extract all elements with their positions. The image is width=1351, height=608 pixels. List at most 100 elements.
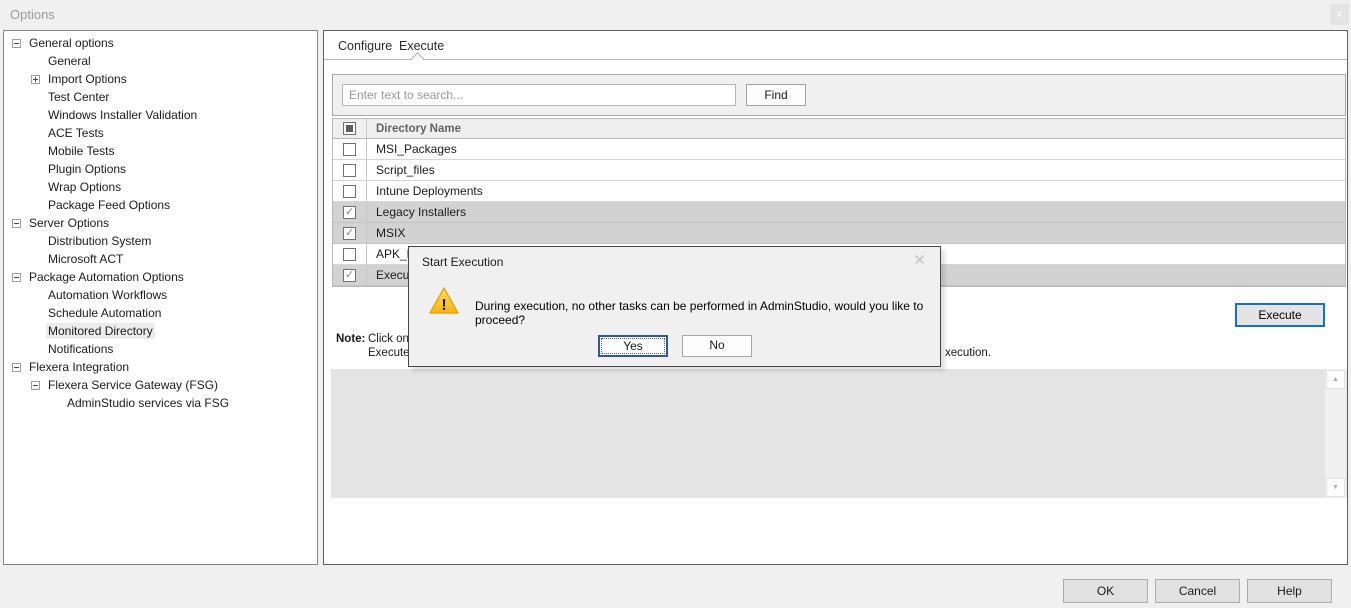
- tree-item-schedule-automation[interactable]: Schedule Automation: [4, 304, 317, 322]
- tree-item-label[interactable]: Schedule Automation: [46, 305, 163, 321]
- tree-item-ace-tests[interactable]: ACE Tests: [4, 124, 317, 142]
- tree-item-label[interactable]: General: [46, 53, 93, 69]
- tree-item-test-center[interactable]: Test Center: [4, 88, 317, 106]
- tree-item-label[interactable]: AdminStudio services via FSG: [65, 395, 231, 411]
- tree-item-label[interactable]: Server Options: [27, 215, 111, 231]
- row-checkbox-cell[interactable]: [333, 160, 367, 180]
- checkbox-unchecked[interactable]: [343, 185, 356, 198]
- yes-button[interactable]: Yes: [598, 335, 668, 357]
- tree-item-label[interactable]: Test Center: [46, 89, 111, 105]
- tree-item-label[interactable]: Distribution System: [46, 233, 153, 249]
- tree-item-flexera-service-gateway-fsg-[interactable]: Flexera Service Gateway (FSG): [4, 376, 317, 394]
- column-header-directory-name[interactable]: Directory Name: [367, 123, 1345, 135]
- dialog-close-icon[interactable]: ✕: [913, 251, 926, 269]
- tree-item-label[interactable]: Microsoft ACT: [46, 251, 125, 267]
- table-row[interactable]: Script_files: [333, 160, 1345, 181]
- checkbox-checked[interactable]: ✓: [343, 206, 356, 219]
- row-checkbox-cell[interactable]: [333, 181, 367, 201]
- cancel-button[interactable]: Cancel: [1155, 579, 1240, 603]
- select-all-checkbox[interactable]: [343, 122, 356, 135]
- tree-item-mobile-tests[interactable]: Mobile Tests: [4, 142, 317, 160]
- directory-name-cell[interactable]: Script_files: [367, 163, 1345, 177]
- row-checkbox-cell[interactable]: ✓: [333, 223, 367, 243]
- tree-box-placeholder: [31, 327, 40, 336]
- row-checkbox-cell[interactable]: [333, 244, 367, 264]
- tree-box-placeholder: [31, 129, 40, 138]
- row-checkbox-cell[interactable]: ✓: [333, 265, 367, 285]
- checkbox-unchecked[interactable]: [343, 164, 356, 177]
- tree-item-general-options[interactable]: General options: [4, 34, 317, 52]
- tree-item-label[interactable]: Plugin Options: [46, 161, 128, 177]
- no-button[interactable]: No: [682, 335, 752, 357]
- directory-name-cell[interactable]: MSI_Packages: [367, 142, 1345, 156]
- checkbox-checked[interactable]: ✓: [343, 269, 356, 282]
- tree-item-plugin-options[interactable]: Plugin Options: [4, 160, 317, 178]
- tree-item-package-automation-options[interactable]: Package Automation Options: [4, 268, 317, 286]
- help-button[interactable]: Help: [1247, 579, 1332, 603]
- collapse-icon[interactable]: [12, 219, 21, 228]
- tree-item-distribution-system[interactable]: Distribution System: [4, 232, 317, 250]
- tree-item-label[interactable]: Package Feed Options: [46, 197, 172, 213]
- tree-item-notifications[interactable]: Notifications: [4, 340, 317, 358]
- tree-item-automation-workflows[interactable]: Automation Workflows: [4, 286, 317, 304]
- find-button[interactable]: Find: [746, 84, 806, 106]
- directory-name-cell[interactable]: Intune Deployments: [367, 184, 1345, 198]
- options-tree: General options General Import Options Test…: [3, 30, 318, 565]
- collapse-icon[interactable]: [12, 39, 21, 48]
- table-row[interactable]: Intune Deployments: [333, 181, 1345, 202]
- tree-item-label[interactable]: Monitored Directory: [46, 323, 155, 339]
- tree-item-import-options[interactable]: Import Options: [4, 70, 317, 88]
- tree-indent: [4, 349, 31, 350]
- window-title: Options: [10, 7, 55, 22]
- tree-item-label[interactable]: Flexera Integration: [27, 359, 131, 375]
- scroll-up-icon[interactable]: ▲: [1326, 370, 1345, 389]
- tree-item-flexera-integration[interactable]: Flexera Integration: [4, 358, 317, 376]
- tree-item-label[interactable]: Package Automation Options: [27, 269, 186, 285]
- scroll-down-icon[interactable]: ▼: [1326, 478, 1345, 497]
- ok-button[interactable]: OK: [1063, 579, 1148, 603]
- tree-item-label[interactable]: ACE Tests: [46, 125, 106, 141]
- checkbox-unchecked[interactable]: [343, 248, 356, 261]
- tree-item-microsoft-act[interactable]: Microsoft ACT: [4, 250, 317, 268]
- directory-name-cell[interactable]: MSIX: [367, 226, 1345, 240]
- table-row[interactable]: MSI_Packages: [333, 139, 1345, 160]
- tree-item-label[interactable]: General options: [27, 35, 116, 51]
- collapse-icon[interactable]: [12, 363, 21, 372]
- tree-item-wrap-options[interactable]: Wrap Options: [4, 178, 317, 196]
- table-header-row: Directory Name: [333, 118, 1345, 139]
- close-icon[interactable]: x: [1330, 4, 1349, 25]
- table-row[interactable]: ✓ MSIX: [333, 223, 1345, 244]
- tree-box-placeholder: [31, 183, 40, 192]
- tree-item-label[interactable]: Notifications: [46, 341, 115, 357]
- tree-item-adminstudio-services-via-fsg[interactable]: AdminStudio services via FSG: [4, 394, 317, 412]
- tree-item-label[interactable]: Automation Workflows: [46, 287, 169, 303]
- execute-button[interactable]: Execute: [1235, 303, 1325, 327]
- tree-indent: [4, 403, 50, 404]
- tree-item-server-options[interactable]: Server Options: [4, 214, 317, 232]
- collapse-icon[interactable]: [31, 381, 40, 390]
- log-scrollbar[interactable]: ▲ ▼: [1325, 369, 1346, 498]
- tree-item-label[interactable]: Flexera Service Gateway (FSG): [46, 377, 220, 393]
- expand-icon[interactable]: [31, 75, 40, 84]
- collapse-icon[interactable]: [12, 273, 21, 282]
- checkbox-unchecked[interactable]: [343, 143, 356, 156]
- tree-item-label[interactable]: Import Options: [46, 71, 129, 87]
- tree-indent: [4, 205, 31, 206]
- tree-item-label[interactable]: Mobile Tests: [46, 143, 116, 159]
- select-all-cell[interactable]: [333, 119, 367, 138]
- search-input[interactable]: [342, 84, 736, 106]
- tree-item-package-feed-options[interactable]: Package Feed Options: [4, 196, 317, 214]
- tree-item-windows-installer-validation[interactable]: Windows Installer Validation: [4, 106, 317, 124]
- tree-item-general[interactable]: General: [4, 52, 317, 70]
- tree-indent: [4, 277, 12, 278]
- tree-item-monitored-directory[interactable]: Monitored Directory: [4, 322, 317, 340]
- tab-execute[interactable]: Execute: [399, 39, 444, 53]
- tree-item-label[interactable]: Wrap Options: [46, 179, 123, 195]
- checkbox-checked[interactable]: ✓: [343, 227, 356, 240]
- table-row[interactable]: ✓ Legacy Installers: [333, 202, 1345, 223]
- tree-item-label[interactable]: Windows Installer Validation: [46, 107, 199, 123]
- directory-name-cell[interactable]: Legacy Installers: [367, 205, 1345, 219]
- tab-configure[interactable]: Configure: [338, 39, 392, 53]
- row-checkbox-cell[interactable]: ✓: [333, 202, 367, 222]
- row-checkbox-cell[interactable]: [333, 139, 367, 159]
